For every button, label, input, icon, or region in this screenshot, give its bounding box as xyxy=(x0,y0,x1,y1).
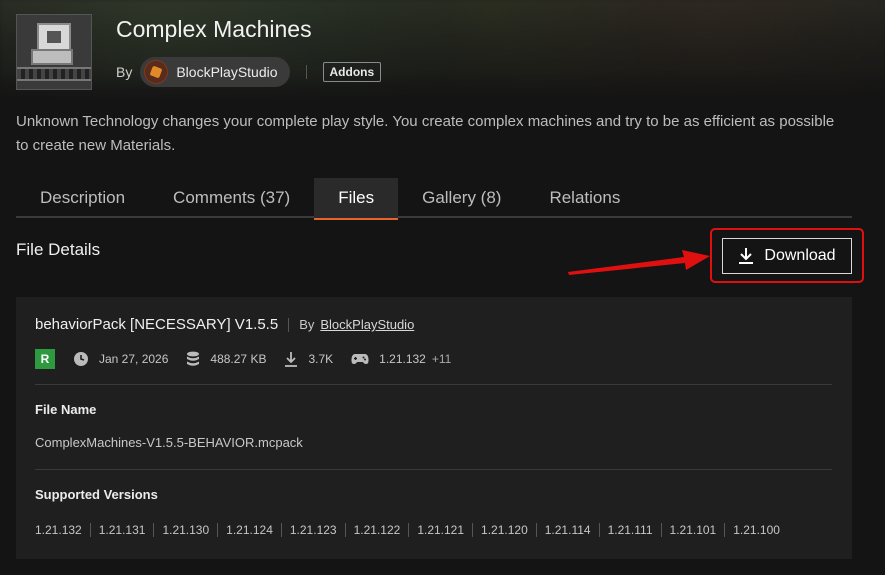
arrow-annotation-icon xyxy=(568,250,710,275)
project-title: Complex Machines xyxy=(116,16,312,42)
project-description: Unknown Technology changes your complete… xyxy=(16,113,835,154)
version-item: 1.21.124 xyxy=(217,523,281,537)
divider xyxy=(35,384,832,385)
download-label: Download xyxy=(764,247,836,264)
version-item: 1.21.120 xyxy=(472,523,536,537)
file-title: behaviorPack [NECESSARY] V1.5.5 xyxy=(35,316,279,333)
divider xyxy=(288,317,290,332)
tab-relations[interactable]: Relations xyxy=(525,178,644,218)
tab-description[interactable]: Description xyxy=(16,178,149,218)
file-date: Jan 27, 2026 xyxy=(99,352,169,366)
author-row: By BlockPlayStudio Addons xyxy=(116,57,382,87)
file-header: behaviorPack [NECESSARY] V1.5.5 By Block… xyxy=(35,316,414,333)
version-item: 1.21.101 xyxy=(660,523,725,537)
file-meta: R Jan 27, 2026 488.27 KB 3.7K 1.21.132 +… xyxy=(35,349,469,369)
by-label: By xyxy=(299,317,315,332)
author-link[interactable]: BlockPlayStudio xyxy=(140,57,290,87)
file-card: behaviorPack [NECESSARY] V1.5.5 By Block… xyxy=(16,297,852,559)
author-avatar xyxy=(144,60,169,84)
version-item: 1.21.130 xyxy=(153,523,217,537)
version-item: 1.21.121 xyxy=(408,523,472,537)
release-badge: R xyxy=(35,349,55,369)
tab-files[interactable]: Files xyxy=(314,178,399,220)
clock-icon xyxy=(74,352,88,366)
file-name: ComplexMachines-V1.5.5-BEHAVIOR.mcpack xyxy=(35,435,303,450)
game-version: 1.21.132 xyxy=(379,352,426,366)
date-meta: Jan 27, 2026 xyxy=(73,351,168,367)
version-item: 1.21.114 xyxy=(535,523,599,537)
version-item: 1.21.131 xyxy=(89,523,154,537)
version-item: 1.21.111 xyxy=(598,523,661,537)
download-icon xyxy=(739,248,754,264)
version-item: 1.21.122 xyxy=(344,523,409,537)
divider xyxy=(305,65,307,79)
supported-versions-label: Supported Versions xyxy=(35,487,158,502)
database-icon xyxy=(187,351,200,366)
author-name: BlockPlayStudio xyxy=(176,64,278,80)
file-name-label: File Name xyxy=(35,402,97,417)
download-button[interactable]: Download xyxy=(722,238,852,274)
extra-versions: +11 xyxy=(431,352,452,366)
version-item: 1.21.123 xyxy=(280,523,345,537)
download-count-icon xyxy=(285,352,298,367)
game-version-meta: 1.21.132 +11 xyxy=(351,352,451,366)
size-meta: 488.27 KB xyxy=(186,351,266,367)
version-item: 1.21.100 xyxy=(724,523,788,537)
gamepad-icon xyxy=(351,354,369,364)
category-tag[interactable]: Addons xyxy=(322,62,382,82)
file-size: 488.27 KB xyxy=(210,352,267,366)
section-title: File Details xyxy=(16,240,101,259)
version-item: 1.21.132 xyxy=(35,523,82,537)
downloads-meta: 3.7K xyxy=(284,351,333,367)
divider xyxy=(35,469,832,470)
tab-comments[interactable]: Comments (37) xyxy=(149,178,314,218)
by-label: By xyxy=(116,64,133,80)
project-logo xyxy=(16,14,92,90)
file-author-link[interactable]: BlockPlayStudio xyxy=(320,317,414,332)
tab-gallery[interactable]: Gallery (8) xyxy=(398,178,525,218)
download-count: 3.7K xyxy=(308,352,334,366)
tab-bar: Description Comments (37) Files Gallery … xyxy=(16,178,852,220)
supported-versions-list: 1.21.132 1.21.131 1.21.130 1.21.124 1.21… xyxy=(35,523,788,537)
